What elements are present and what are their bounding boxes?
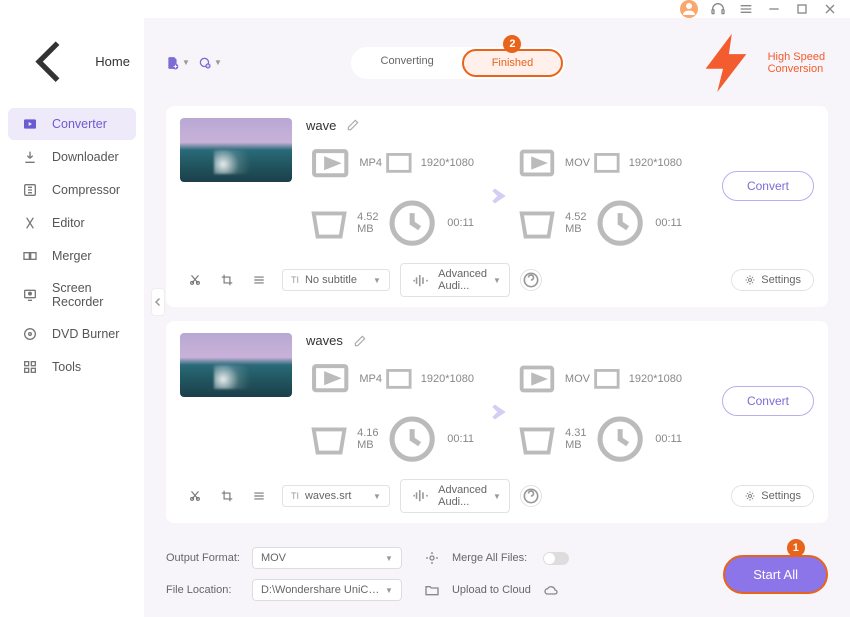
sidebar-item-converter[interactable]: Converter xyxy=(8,108,136,140)
dst-duration: 00:11 xyxy=(590,409,682,469)
close-icon[interactable] xyxy=(822,1,838,17)
subtitle-dropdown[interactable]: TINo subtitle▼ xyxy=(282,269,390,291)
src-format: MP4 xyxy=(306,354,382,402)
chevron-down-icon: ▼ xyxy=(182,58,190,67)
tab-converting[interactable]: Converting xyxy=(353,49,462,77)
dst-size: 4.52 MB xyxy=(514,200,590,246)
card-settings-button[interactable]: Settings xyxy=(731,269,814,291)
crop-icon[interactable] xyxy=(220,273,234,287)
src-size: 4.16 MB xyxy=(306,416,382,462)
arrow-icon xyxy=(474,392,514,432)
sidebar-label: DVD Burner xyxy=(52,327,119,341)
audio-dropdown[interactable]: Advanced Audi...▼ xyxy=(400,263,510,297)
src-size: 4.52 MB xyxy=(306,200,382,246)
footer: Output Format: MOV▼ Merge All Files: 1 S… xyxy=(144,537,850,617)
sidebar-label: Merger xyxy=(52,249,92,263)
dst-format: MOV xyxy=(514,140,590,186)
add-file-button[interactable]: ▼ xyxy=(166,51,190,75)
sidebar-item-compressor[interactable]: Compressor xyxy=(8,174,136,206)
sidebar-item-merger[interactable]: Merger xyxy=(8,240,136,272)
src-format: MP4 xyxy=(306,139,382,187)
home-label: Home xyxy=(95,54,130,69)
video-thumbnail[interactable] xyxy=(180,118,292,182)
merge-label: Merge All Files: xyxy=(452,552,531,564)
output-format-label: Output Format: xyxy=(166,552,240,564)
content-area: ▼ ▼ Converting 2 Finished High Speed Con… xyxy=(144,18,850,617)
video-thumbnail[interactable] xyxy=(180,333,292,397)
sidebar-item-screen-recorder[interactable]: Screen Recorder xyxy=(8,273,136,317)
crop-icon[interactable] xyxy=(220,489,234,503)
trim-icon[interactable] xyxy=(188,273,202,287)
src-duration: 00:11 xyxy=(382,193,474,253)
src-resolution: 1920*1080 xyxy=(382,146,474,180)
effects-icon[interactable] xyxy=(252,273,266,287)
topbar: ▼ ▼ Converting 2 Finished High Speed Con… xyxy=(144,18,850,106)
sidebar-item-tools[interactable]: Tools xyxy=(8,351,136,383)
chevron-down-icon: ▼ xyxy=(214,58,222,67)
info-icon[interactable] xyxy=(520,485,542,507)
video-title: waves xyxy=(306,333,343,348)
output-format-dropdown[interactable]: MOV▼ xyxy=(252,547,402,569)
sidebar-label: Tools xyxy=(52,360,81,374)
tab-finished[interactable]: 2 Finished xyxy=(462,49,564,77)
sidebar: Home Converter Downloader Compressor Edi… xyxy=(0,18,144,617)
window-titlebar xyxy=(0,0,850,18)
dst-size: 4.31 MB xyxy=(514,416,590,462)
start-all-button[interactable]: 1 Start All xyxy=(723,555,828,594)
effects-icon[interactable] xyxy=(252,489,266,503)
card-settings-button[interactable]: Settings xyxy=(731,485,814,507)
output-settings-icon[interactable] xyxy=(696,333,708,469)
cloud-icon[interactable] xyxy=(543,582,559,598)
sidebar-label: Downloader xyxy=(52,150,119,164)
maximize-icon[interactable] xyxy=(794,1,810,17)
headset-icon[interactable] xyxy=(710,1,726,17)
home-back[interactable]: Home xyxy=(4,26,140,107)
start-all-label: Start All xyxy=(753,567,798,582)
high-speed-link[interactable]: High Speed Conversion xyxy=(694,28,828,98)
sidebar-item-dvd-burner[interactable]: DVD Burner xyxy=(8,318,136,350)
info-icon[interactable] xyxy=(520,269,542,291)
high-speed-label: High Speed Conversion xyxy=(768,51,828,75)
file-location-dropdown[interactable]: D:\Wondershare UniConverter 1▼ xyxy=(252,579,402,601)
sidebar-label: Compressor xyxy=(52,183,120,197)
src-duration: 00:11 xyxy=(382,409,474,469)
add-url-button[interactable]: ▼ xyxy=(198,51,222,75)
sidebar-item-editor[interactable]: Editor xyxy=(8,207,136,239)
upload-cloud-label: Upload to Cloud xyxy=(452,584,531,596)
hamburger-icon[interactable] xyxy=(738,1,754,17)
src-resolution: 1920*1080 xyxy=(382,362,474,396)
subtitle-dropdown[interactable]: TIwaves.srt▼ xyxy=(282,485,390,507)
sidebar-label: Screen Recorder xyxy=(52,281,122,309)
user-avatar[interactable] xyxy=(680,0,698,18)
trim-icon[interactable] xyxy=(188,489,202,503)
convert-button[interactable]: Convert xyxy=(722,386,814,416)
sidebar-label: Converter xyxy=(52,117,107,131)
sidebar-item-downloader[interactable]: Downloader xyxy=(8,141,136,173)
minimize-icon[interactable] xyxy=(766,1,782,17)
arrow-icon xyxy=(474,176,514,216)
file-location-label: File Location: xyxy=(166,584,240,596)
sidebar-collapse[interactable] xyxy=(151,288,165,316)
audio-dropdown[interactable]: Advanced Audi...▼ xyxy=(400,479,510,513)
tab-switch: Converting 2 Finished xyxy=(351,47,566,79)
callout-1: 1 xyxy=(787,539,805,557)
output-settings-icon[interactable] xyxy=(696,118,708,254)
open-folder-icon[interactable] xyxy=(424,582,440,598)
sidebar-label: Editor xyxy=(52,216,85,230)
edit-title-icon[interactable] xyxy=(346,118,360,132)
callout-2: 2 xyxy=(503,35,521,53)
format-settings-icon[interactable] xyxy=(424,550,440,566)
conversion-list: wave MP4 1920*1080 MOV 1920*1080 4.52 MB xyxy=(144,106,850,537)
conversion-card: waves MP4 1920*1080 MOV 1920*1080 4.16 M… xyxy=(166,321,828,523)
dst-resolution: 1920*1080 xyxy=(590,362,682,396)
convert-button[interactable]: Convert xyxy=(722,171,814,201)
conversion-card: wave MP4 1920*1080 MOV 1920*1080 4.52 MB xyxy=(166,106,828,308)
video-title: wave xyxy=(306,118,336,133)
dst-format: MOV xyxy=(514,356,590,402)
dst-resolution: 1920*1080 xyxy=(590,146,682,180)
edit-title-icon[interactable] xyxy=(353,334,367,348)
dst-duration: 00:11 xyxy=(590,193,682,253)
merge-toggle[interactable] xyxy=(543,552,569,565)
tab-finished-label: Finished xyxy=(492,57,534,69)
